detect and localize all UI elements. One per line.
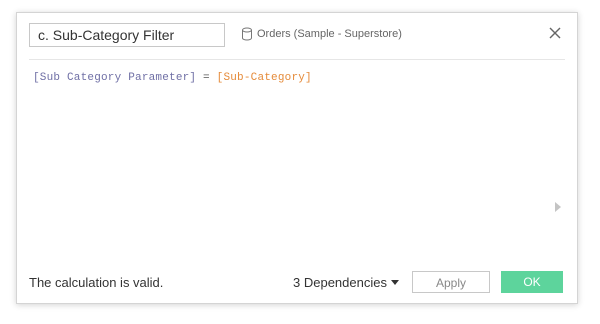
chevron-down-icon bbox=[390, 280, 399, 285]
dependencies-label: 3 Dependencies bbox=[293, 275, 387, 290]
dependencies-dropdown[interactable]: 3 Dependencies bbox=[293, 275, 399, 290]
formula-text: [Sub Category Parameter] = [Sub-Category… bbox=[33, 72, 312, 84]
formula-operator: = bbox=[196, 72, 217, 84]
formula-field-token: [Sub-Category] bbox=[216, 72, 312, 84]
formula-parameter-token: [Sub Category Parameter] bbox=[33, 72, 197, 84]
apply-button[interactable]: Apply bbox=[412, 271, 490, 293]
validation-status: The calculation is valid. bbox=[29, 275, 164, 290]
datasource-label: Orders (Sample - Superstore) bbox=[241, 27, 402, 41]
database-icon bbox=[242, 27, 252, 41]
formula-editor[interactable]: [Sub Category Parameter] = [Sub-Category… bbox=[29, 59, 565, 255]
close-icon[interactable] bbox=[547, 25, 563, 41]
calculation-dialog: c. Sub-Category Filter Orders (Sample - … bbox=[16, 12, 578, 304]
calculation-name-input[interactable]: c. Sub-Category Filter bbox=[29, 23, 225, 47]
expand-panel-arrow-icon[interactable] bbox=[555, 202, 561, 212]
datasource-name: Orders (Sample - Superstore) bbox=[257, 28, 402, 40]
ok-button[interactable]: OK bbox=[501, 271, 563, 293]
